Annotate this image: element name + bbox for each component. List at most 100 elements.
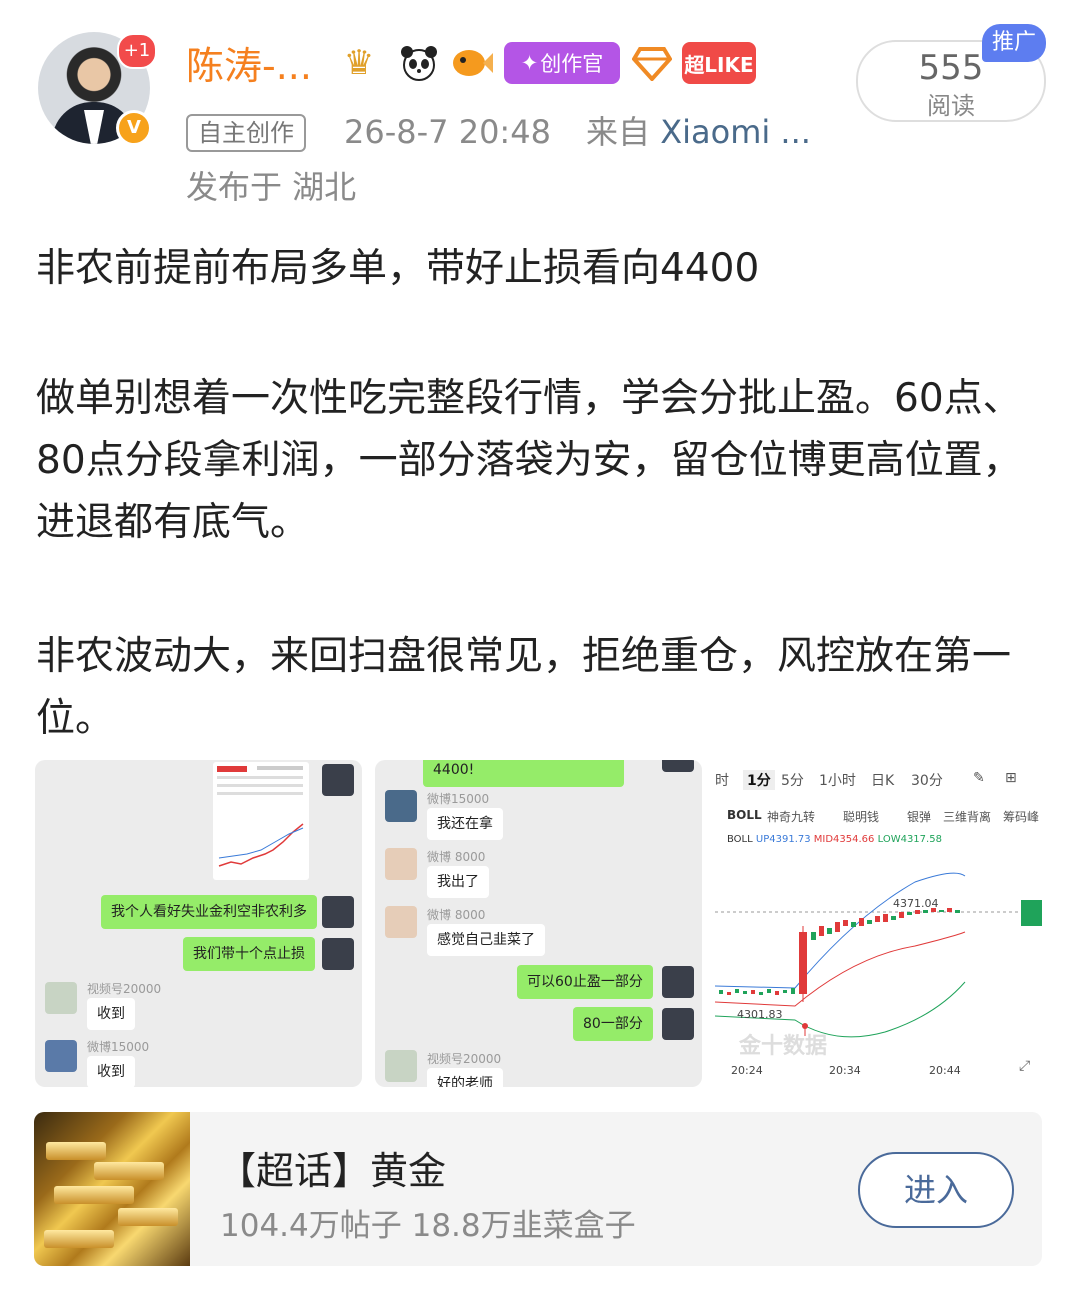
plus-badge: +1 [117, 33, 157, 69]
teacher-avatar [322, 764, 354, 796]
chat-bubble: 可以60止盈一部分 [517, 965, 653, 999]
member-avatar [385, 790, 417, 822]
layout-grid-icon: ⊞ [1005, 770, 1017, 786]
chat-bubble: 80一部分 [573, 1007, 653, 1041]
post-source: 来自 Xiaomi ... [586, 110, 811, 154]
creator-star-icon: ✦ [520, 51, 539, 75]
original-tag: 自主创作 [186, 114, 306, 152]
chat-message-row: 感觉自己韭菜了 [427, 922, 545, 958]
post-location: 发布于 湖北 [186, 168, 357, 206]
tab-5min: 5分 [781, 773, 804, 789]
member-avatar [385, 906, 417, 938]
teacher-avatar [322, 896, 354, 928]
crown-icon[interactable]: ♛ [334, 42, 384, 84]
teacher-avatar [662, 966, 694, 998]
chat-message-row: 好的老师 [427, 1066, 503, 1087]
source-prefix: 来自 [586, 113, 651, 151]
chat-message-row: 80一部分 [573, 1006, 653, 1042]
post-time: 26-8-7 20:48 [344, 113, 551, 151]
expand-icon[interactable]: ⤢ [1019, 1058, 1030, 1074]
post-paragraph-2: 做单别想着一次性吃完整段行情，学会分批止盈。60点、80点分段拿利润，一部分落袋… [36, 376, 1022, 545]
chat-username: 微博15000 [87, 1040, 150, 1054]
indicator-boll: BOLL [727, 808, 762, 822]
tab-daily: 日K [871, 773, 895, 789]
post-paragraph-3: 非农波动大，来回扫盘很常见，拒绝重仓，风控放在第一位。 [36, 634, 1012, 741]
post-paragraph-1: 非农前提前布局多单，带好止损看向4400 [36, 246, 760, 291]
post-image-1[interactable]: 我个人看好失业金利空非农利多 我们带十个点止损 视频号20000 收到 微博15… [35, 760, 362, 1087]
creator-badge-label: 创作官 [540, 52, 604, 76]
topic-title: 【超话】黄金 [218, 1149, 447, 1193]
chat-message-row: 收到 [87, 1054, 135, 1087]
chart-watermark: 金十数据 [739, 1034, 828, 1059]
indicator-item: 聪明钱 [843, 810, 880, 824]
chat-message-row: 收到 [87, 996, 135, 1032]
candles [719, 908, 960, 1002]
source-device-link[interactable]: Xiaomi ... [660, 113, 811, 151]
chat-message-row: 我出了 [427, 864, 489, 900]
super-topic-card[interactable]: 【超话】黄金 104.4万帖子 18.8万韭菜盒子 进入 [34, 1112, 1042, 1266]
tab-1hour: 1小时 [819, 773, 856, 789]
topic-stats: 104.4万帖子 18.8万韭菜盒子 [220, 1208, 636, 1244]
boll-low: LOW4317.58 [877, 834, 942, 845]
enter-button[interactable]: 进入 [858, 1152, 1014, 1228]
forwarded-chart-thumb [213, 762, 309, 880]
boll-values: BOLL UP4391.73 MID4354.66 LOW4317.58 [727, 834, 942, 845]
indicator-item: 神奇九转 [767, 810, 816, 824]
chat-username: 视频号20000 [427, 1052, 502, 1066]
chat-username: 微博15000 [427, 792, 490, 806]
tab-30min: 30分 [911, 773, 943, 789]
chat-bubble: 我还在拿 [427, 808, 503, 840]
post-image-3[interactable]: 时 1分 5分 1小时 日K 30分 ✎ ⊞ BOLL 神奇九转 聪明钱 银弹 … [715, 760, 1042, 1087]
creator-badge[interactable]: ✦ 创作官 [504, 42, 620, 84]
promo-badge[interactable]: 推广 [982, 24, 1046, 62]
boll-mid-line [715, 931, 966, 1007]
tab-1min: 1分 [743, 770, 775, 790]
chat-bubble: 我们带十个点止损 [183, 937, 315, 971]
author-name[interactable]: 陈涛-... [186, 40, 312, 92]
indicator-item: 三维背离 [943, 810, 992, 824]
teacher-avatar [322, 938, 354, 970]
boll-up: UP4391.73 [755, 834, 811, 845]
x-tick: 20:44 [929, 1064, 961, 1077]
boll-label: BOLL [727, 834, 753, 845]
chat-bubble: 感觉自己韭菜了 [427, 924, 545, 956]
draw-tool-icon: ✎ [973, 770, 985, 786]
teacher-avatar [662, 760, 694, 772]
chat-bubble: 4400! [423, 760, 625, 787]
chat-message-row: 可以60止盈一部分 [517, 964, 653, 1000]
x-tick: 20:24 [731, 1064, 763, 1077]
member-avatar [385, 1050, 417, 1082]
tab-period: 时 [715, 773, 729, 789]
chat-bubble: 收到 [87, 1056, 135, 1087]
post-image-2[interactable]: 4400! 微博15000 我还在拿 微博 8000 我出了 微博 8000 感… [375, 760, 702, 1087]
teacher-avatar [662, 1008, 694, 1040]
chat-bubble: 我出了 [427, 866, 489, 898]
x-tick: 20:34 [829, 1064, 861, 1077]
chat-message-row: 我个人看好失业金利空非农利多 [101, 894, 317, 930]
chat-message-row: 我还在拿 [427, 806, 503, 842]
read-label: 阅读 [927, 92, 975, 120]
gold-bars-image [34, 1112, 190, 1266]
chat-bubble: 我个人看好失业金利空非农利多 [101, 895, 317, 929]
verified-badge-icon: V [116, 110, 152, 146]
superlike-badge[interactable]: 超LIKE [682, 42, 756, 84]
indicator-item: 筹码峰 [1003, 810, 1040, 824]
panda-icon[interactable] [396, 42, 442, 84]
chat-message-row: 4400! [423, 760, 625, 788]
member-avatar [45, 1040, 77, 1072]
chat-message-row: 我们带十个点止损 [183, 936, 315, 972]
chat-username: 微博 8000 [427, 908, 486, 922]
chat-username: 视频号20000 [87, 982, 162, 996]
chat-bubble: 好的老师 [427, 1068, 503, 1087]
chat-bubble: 收到 [87, 998, 135, 1030]
gem-icon[interactable] [630, 42, 674, 84]
indicator-item: 银弹 [907, 810, 932, 824]
member-avatar [385, 848, 417, 880]
price-marker [1021, 900, 1042, 926]
chart-low-label: 4301.83 [737, 1008, 783, 1021]
fish-icon[interactable] [448, 42, 494, 84]
boll-mid: MID4354.66 [813, 834, 875, 845]
chat-username: 微博 8000 [427, 850, 486, 864]
member-avatar [45, 982, 77, 1014]
chart-high-label: 4371.04 [893, 897, 939, 910]
